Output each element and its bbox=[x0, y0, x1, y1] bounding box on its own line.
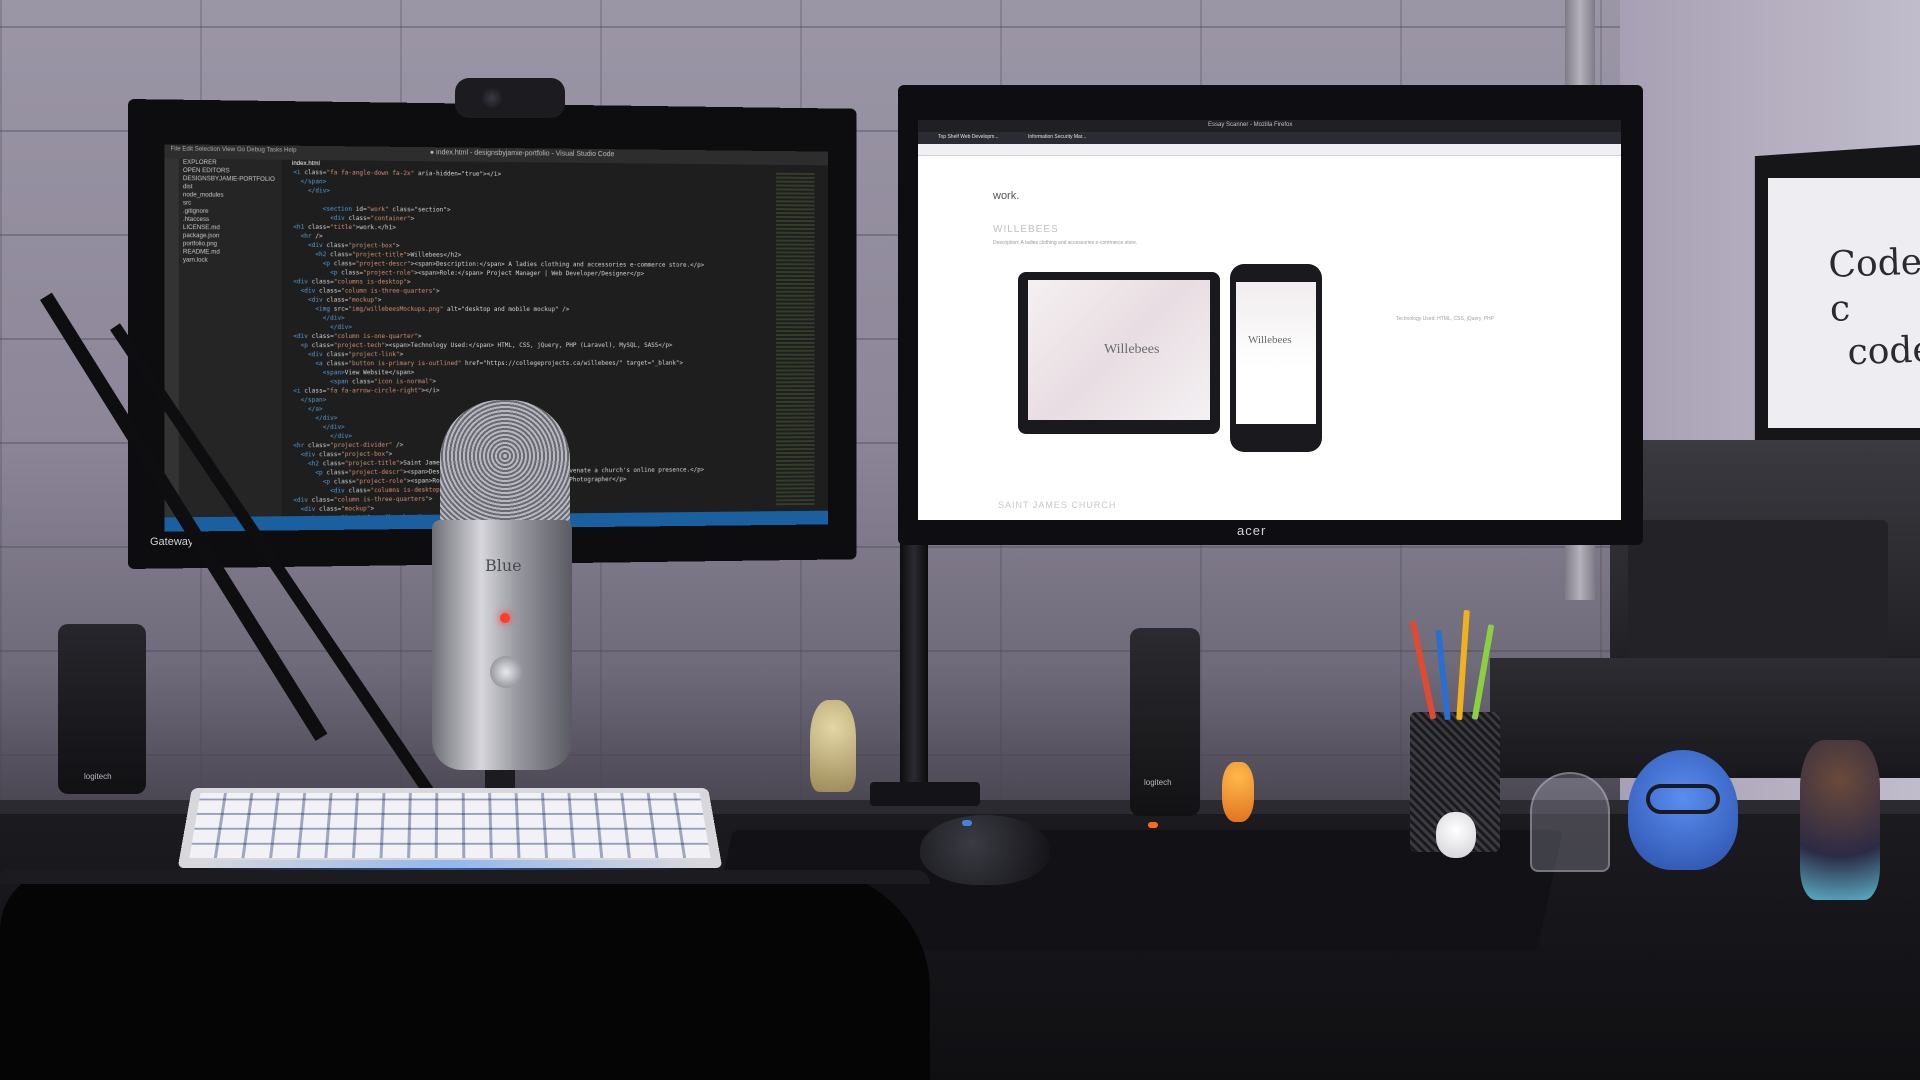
left-monitor-brand: Gateway bbox=[150, 536, 194, 548]
monitor-stand-base bbox=[870, 782, 980, 806]
panda-figure bbox=[1436, 812, 1476, 858]
whiteboard-text: Code, c code bbox=[1828, 240, 1920, 376]
project-tech: Technology Used: HTML, CSS, jQuery, PHP bbox=[1396, 316, 1494, 322]
code-line: </div> bbox=[285, 323, 353, 331]
wolf-statue bbox=[810, 700, 856, 792]
right-speaker-logo: logitech bbox=[1144, 778, 1172, 787]
keyboard-backlight bbox=[200, 860, 700, 870]
desk-setup-photo: Code, c code Gateway File Edit Selection… bbox=[0, 0, 1920, 1080]
microphone-logo: Blue bbox=[485, 556, 522, 575]
sadness-glasses bbox=[1646, 784, 1720, 814]
page-heading: work. bbox=[993, 190, 1020, 202]
vscode-minimap[interactable] bbox=[775, 172, 815, 508]
glass-dome-figure bbox=[1530, 772, 1610, 872]
microphone-grille bbox=[440, 400, 570, 540]
project-description: Description: A ladies clothing and acces… bbox=[993, 240, 1138, 246]
code-line: <p class="project-tech"><span>Technology… bbox=[285, 341, 673, 350]
mouse bbox=[920, 815, 1050, 885]
chair-edge bbox=[0, 870, 930, 884]
code-line: <img src="img/willebeesMockups.png" alt=… bbox=[285, 305, 570, 314]
microphone-gain-knob bbox=[490, 656, 522, 688]
firefox-tab-1[interactable]: Top Shelf Web Developm... bbox=[938, 134, 999, 140]
firefox-url-bar[interactable] bbox=[918, 144, 1621, 156]
firefox-tab-strip bbox=[918, 132, 1621, 144]
vscode-activity-bar[interactable] bbox=[164, 158, 179, 518]
whiteboard-line-1: Code, c bbox=[1827, 241, 1920, 330]
naruto-figure bbox=[1222, 762, 1254, 822]
korra-figure bbox=[1800, 740, 1880, 900]
firefox-titlebar: Essay Scanner - Mozilla Firefox bbox=[918, 120, 1621, 132]
left-speaker bbox=[58, 624, 146, 794]
tablet-case bbox=[1628, 520, 1888, 660]
firefox-window: Essay Scanner - Mozilla Firefox Top Shel… bbox=[918, 120, 1621, 520]
phone-mockup-brand: Willebees bbox=[1248, 334, 1292, 346]
next-project-title: SAINT JAMES CHURCH bbox=[998, 500, 1117, 510]
phone-mockup-screen bbox=[1236, 282, 1316, 424]
vscode-menu[interactable]: File Edit Selection View Go Debug Tasks … bbox=[170, 146, 296, 153]
tablet-mockup-brand: Willebees bbox=[1104, 342, 1160, 357]
speaker-power-led bbox=[1148, 822, 1158, 828]
right-speaker bbox=[1130, 628, 1200, 816]
whiteboard-line-2: code bbox=[1846, 329, 1920, 374]
keyboard-keys bbox=[189, 793, 711, 859]
chair-back bbox=[0, 870, 930, 1080]
vscode-window-title: ● index.html - designsbyjamie-portfolio … bbox=[429, 149, 615, 159]
microphone-led bbox=[500, 613, 510, 623]
project-title: WILLEBEES bbox=[993, 224, 1059, 235]
mouse-light bbox=[962, 820, 972, 826]
webcam-lens bbox=[480, 86, 504, 110]
left-speaker-logo: logitech bbox=[84, 772, 112, 781]
code-line: <div class="column is-one-quarter"> bbox=[285, 332, 422, 341]
right-monitor-brand: acer bbox=[1237, 523, 1267, 538]
firefox-window-title: Essay Scanner - Mozilla Firefox bbox=[1208, 122, 1293, 128]
webcam bbox=[455, 78, 565, 118]
firefox-tab-2[interactable]: Information Security Mar... bbox=[1028, 134, 1086, 140]
explorer-item[interactable]: yarn.lock bbox=[179, 256, 282, 265]
vscode-explorer[interactable]: EXPLORER OPEN EDITORS DESIGNSBYJAMIE-PORTF… bbox=[178, 158, 282, 518]
code-line: </div> bbox=[285, 314, 345, 322]
